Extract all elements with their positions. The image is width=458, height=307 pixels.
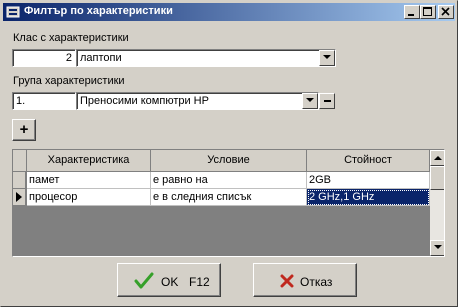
checkmark-icon: [134, 272, 154, 289]
chevron-up-icon: [434, 156, 442, 160]
minimize-button[interactable]: [404, 5, 420, 19]
class-select[interactable]: лаптопи: [76, 49, 336, 67]
cancel-label: Отказ: [300, 275, 333, 289]
cancel-button[interactable]: Отказ: [253, 263, 357, 297]
cell-condition[interactable]: е равно на: [151, 172, 307, 189]
class-code-field[interactable]: 2: [12, 49, 76, 67]
close-button[interactable]: [438, 5, 454, 19]
grid-header-condition[interactable]: Условие: [151, 150, 307, 172]
close-icon: [441, 7, 450, 16]
group-select[interactable]: Преносими компютри HP: [76, 92, 319, 110]
maximize-button[interactable]: [420, 5, 436, 19]
cell-characteristic[interactable]: памет: [27, 172, 151, 189]
characteristics-grid[interactable]: Характеристика Условие Стойност памет е …: [12, 149, 445, 257]
row-indicator[interactable]: [13, 172, 26, 189]
group-code-field[interactable]: 1.: [12, 92, 76, 110]
group-select-value: Преносими компютри HP: [80, 95, 209, 107]
title-bar[interactable]: Филтър по характеристики: [3, 3, 455, 21]
group-label: Група характеристики: [13, 75, 125, 87]
row-indicator-current[interactable]: [13, 189, 26, 206]
class-select-value: лаптопи: [80, 52, 122, 64]
grid-vertical-scrollbar[interactable]: [430, 150, 444, 256]
cell-value[interactable]: 2GB: [307, 172, 430, 189]
class-label: Клас с характеристики: [13, 32, 129, 44]
group-clear-button[interactable]: [319, 93, 335, 109]
grid-header-indicator: [13, 150, 27, 172]
add-row-button[interactable]: +: [12, 119, 36, 141]
scroll-thumb[interactable]: [430, 166, 444, 190]
filter-dialog: Филтър по характеристики Клас с характер…: [0, 0, 458, 307]
maximize-icon: [423, 7, 432, 16]
scroll-down-button[interactable]: [430, 240, 444, 256]
cell-value-selected[interactable]: 2 GHz,1 GHz: [307, 189, 430, 206]
minus-icon: [324, 100, 331, 102]
cell-characteristic[interactable]: процесор: [27, 189, 151, 206]
group-dropdown-button[interactable]: [302, 93, 318, 109]
window-title: Филтър по характеристики: [24, 5, 173, 17]
minimize-icon: [408, 14, 414, 16]
chevron-down-icon: [323, 55, 331, 59]
grid-header-characteristic[interactable]: Характеристика: [27, 150, 151, 172]
app-icon: [6, 5, 20, 19]
ok-label: OK: [161, 275, 179, 289]
grid-header-value[interactable]: Стойност: [307, 150, 430, 172]
current-row-arrow-icon: [16, 192, 22, 202]
cancel-x-icon: [280, 274, 294, 288]
ok-button[interactable]: OK F12: [117, 263, 221, 297]
scroll-up-button[interactable]: [430, 150, 444, 166]
ok-shortcut: F12: [189, 275, 210, 289]
chevron-down-icon: [434, 245, 442, 249]
class-dropdown-button[interactable]: [319, 50, 335, 66]
cell-condition[interactable]: е в следния списък: [151, 189, 307, 206]
chevron-down-icon: [306, 98, 314, 102]
